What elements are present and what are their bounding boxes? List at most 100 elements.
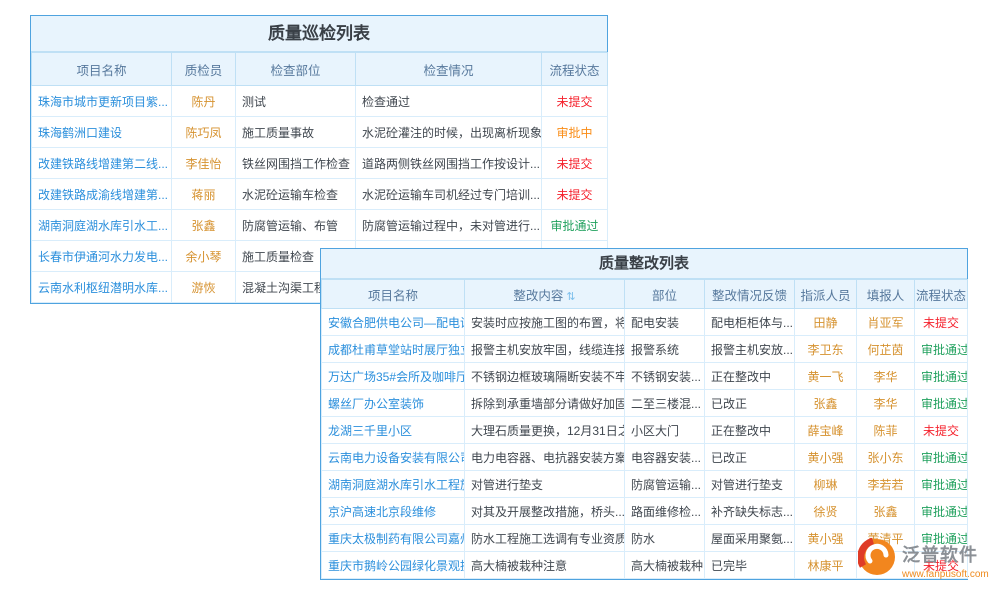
project-link[interactable]: 云南水利枢纽潜明水库... [38, 281, 168, 295]
project-link[interactable]: 万达广场35#会所及咖啡厅空... [328, 370, 465, 384]
person-cell: 田静 [795, 309, 857, 336]
project-name-cell: 云南电力设备安装有限公司20... [322, 444, 465, 471]
project-link[interactable]: 改建铁路线增建第二线... [38, 157, 168, 171]
person-cell: 肖亚军 [857, 309, 915, 336]
column-header-label: 整改内容 [513, 289, 563, 303]
text-cell: 报警主机安放... [705, 336, 795, 363]
status-cell: 审批通过 [915, 498, 968, 525]
project-link[interactable]: 京沪高速北京段维修 [328, 505, 436, 519]
text-cell: 铁丝网围挡工作检查 [236, 148, 356, 179]
table-row: 湖南洞庭湖水库引水工程施工...对管进行垫支防腐管运输...对管进行垫支柳琳李若… [322, 471, 968, 498]
rectification-table-title: 质量整改列表 [321, 249, 967, 279]
person-cell: 何芷茵 [857, 336, 915, 363]
project-name-cell: 龙湖三千里小区 [322, 417, 465, 444]
project-link[interactable]: 成都杜甫草堂站时展厅独立展... [328, 343, 465, 357]
text-cell: 防水 [625, 525, 705, 552]
column-header-label: 检查部位 [270, 64, 320, 78]
text-cell: 报警主机安放牢固，线缆连接... [465, 336, 625, 363]
person-cell: 蒋丽 [172, 179, 236, 210]
project-link[interactable]: 安徽合肥供电公司—配电设备... [328, 316, 465, 330]
quality-rectification-table-card: 质量整改列表 项目名称整改内容⇅部位整改情况反馈指派人员填报人流程状态 安徽合肥… [320, 248, 968, 580]
text-cell: 对管进行垫支 [705, 471, 795, 498]
text-cell: 防水工程施工选调有专业资质... [465, 525, 625, 552]
text-cell: 屋面采用聚氨... [705, 525, 795, 552]
person-cell: 游恢 [172, 272, 236, 303]
fanpu-logo[interactable]: 泛普软件 www.fanpusoft.com [858, 538, 989, 580]
column-header-2[interactable]: 整改内容⇅ [465, 280, 625, 309]
table-row: 安徽合肥供电公司—配电设备...安装时应按施工图的布置，将...配电安装配电柜柜… [322, 309, 968, 336]
column-header-6: 填报人 [857, 280, 915, 309]
table-row: 云南电力设备安装有限公司20...电力电容器、电抗器安装方案...电容器安装..… [322, 444, 968, 471]
column-header-1: 项目名称 [322, 280, 465, 309]
project-link[interactable]: 重庆市鹅岭公园绿化景观提升... [328, 559, 465, 573]
status-cell: 审批通过 [915, 444, 968, 471]
sort-icon[interactable]: ⇅ [566, 291, 575, 303]
project-link[interactable]: 螺丝厂办公室装饰 [328, 397, 424, 411]
person-cell: 林康平 [795, 552, 857, 579]
text-cell: 配电安装 [625, 309, 705, 336]
text-cell: 防腐管运输... [625, 471, 705, 498]
status-cell: 审批中 [542, 117, 608, 148]
status-cell: 未提交 [915, 309, 968, 336]
text-cell: 水泥砼运输车司机经过专门培训... [356, 179, 542, 210]
person-cell: 李若若 [857, 471, 915, 498]
table-row: 京沪高速北京段维修对其及开展整改措施，桥头...路面维修检...补齐缺失标志..… [322, 498, 968, 525]
project-name-cell: 湖南洞庭湖水库引水工... [32, 210, 172, 241]
project-link[interactable]: 云南电力设备安装有限公司20... [328, 451, 465, 465]
project-link[interactable]: 龙湖三千里小区 [328, 424, 412, 438]
text-cell: 已完毕 [705, 552, 795, 579]
text-cell: 电容器安装... [625, 444, 705, 471]
project-name-cell: 螺丝厂办公室装饰 [322, 390, 465, 417]
column-header-1: 项目名称 [32, 53, 172, 86]
status-cell: 审批通过 [915, 336, 968, 363]
project-link[interactable]: 湖南洞庭湖水库引水工... [38, 219, 168, 233]
person-cell: 张鑫 [795, 390, 857, 417]
text-cell: 防腐管运输、布管 [236, 210, 356, 241]
project-name-cell: 长春市伊通河水力发电... [32, 241, 172, 272]
column-header-label: 流程状态 [916, 289, 966, 303]
text-cell: 补齐缺失标志... [705, 498, 795, 525]
fanpu-logo-text: 泛普软件 www.fanpusoft.com [902, 538, 989, 580]
column-header-label: 项目名称 [76, 64, 126, 78]
text-cell: 路面维修检... [625, 498, 705, 525]
inspection-table-title: 质量巡检列表 [31, 16, 607, 52]
column-header-label: 整改情况反馈 [712, 289, 787, 303]
column-header-label: 填报人 [867, 289, 905, 303]
person-cell: 张鑫 [172, 210, 236, 241]
project-link[interactable]: 重庆太极制药有限公司嘉州中... [328, 532, 465, 546]
status-cell: 审批通过 [915, 390, 968, 417]
project-link[interactable]: 改建铁路成渝线增建第... [38, 188, 168, 202]
text-cell: 大理石质量更换，12月31日之... [465, 417, 625, 444]
table-row: 湖南洞庭湖水库引水工...张鑫防腐管运输、布管防腐管运输过程中，未对管进行...… [32, 210, 608, 241]
person-cell: 陈巧凤 [172, 117, 236, 148]
project-link[interactable]: 长春市伊通河水力发电... [38, 250, 168, 264]
column-header-7: 流程状态 [915, 280, 968, 309]
column-header-5: 指派人员 [795, 280, 857, 309]
project-name-cell: 湖南洞庭湖水库引水工程施工... [322, 471, 465, 498]
table-row: 改建铁路成渝线增建第...蒋丽水泥砼运输车检查水泥砼运输车司机经过专门培训...… [32, 179, 608, 210]
column-header-3: 部位 [625, 280, 705, 309]
status-cell: 未提交 [542, 148, 608, 179]
text-cell: 已改正 [705, 444, 795, 471]
project-name-cell: 改建铁路线增建第二线... [32, 148, 172, 179]
person-cell: 余小琴 [172, 241, 236, 272]
project-link[interactable]: 湖南洞庭湖水库引水工程施工... [328, 478, 465, 492]
project-name-cell: 云南水利枢纽潜明水库... [32, 272, 172, 303]
column-header-5: 流程状态 [542, 53, 608, 86]
text-cell: 安装时应按施工图的布置，将... [465, 309, 625, 336]
project-name-cell: 珠海市城市更新项目紫... [32, 86, 172, 117]
table-row: 珠海鹤洲口建设陈巧凤施工质量事故水泥砼灌注的时候，出现离析现象审批中 [32, 117, 608, 148]
logo-name: 泛普软件 [902, 541, 989, 567]
person-cell: 柳琳 [795, 471, 857, 498]
column-header-label: 流程状态 [549, 64, 599, 78]
project-link[interactable]: 珠海市城市更新项目紫... [38, 95, 168, 109]
table-row: 螺丝厂办公室装饰拆除到承重墙部分请做好加固...二至三楼混...已改正张鑫李华审… [322, 390, 968, 417]
column-header-label: 指派人员 [800, 289, 850, 303]
person-cell: 张鑫 [857, 498, 915, 525]
column-header-label: 部位 [652, 289, 677, 303]
project-link[interactable]: 珠海鹤洲口建设 [38, 126, 122, 140]
logo-url[interactable]: www.fanpusoft.com [902, 569, 989, 580]
person-cell: 黄小强 [795, 525, 857, 552]
person-cell: 李华 [857, 390, 915, 417]
person-cell: 张小东 [857, 444, 915, 471]
